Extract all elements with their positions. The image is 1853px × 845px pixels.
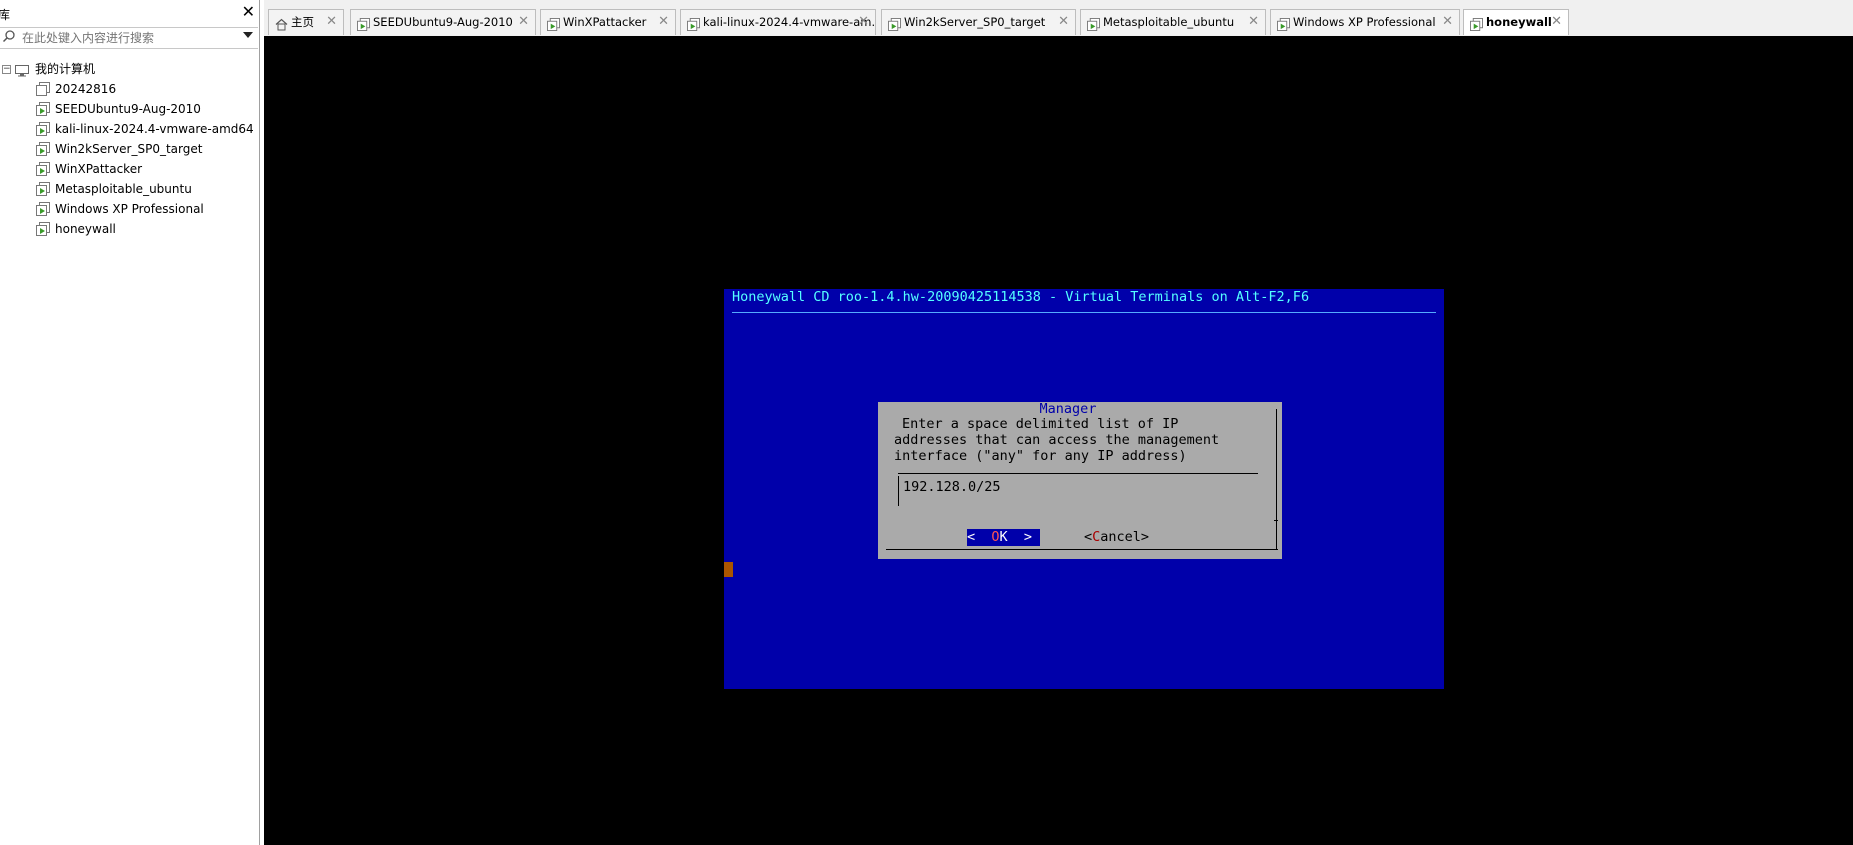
console-title-rule (732, 312, 1436, 313)
computer-icon (15, 63, 29, 77)
tab-label: Windows XP Professional (1293, 15, 1436, 29)
tab-label: kali-linux-2024.4-vmware-am... (703, 15, 876, 29)
tab-close-icon[interactable]: ✕ (1551, 10, 1562, 34)
collapse-toggle-icon[interactable]: − (2, 65, 11, 74)
tab-label: SEEDUbuntu9-Aug-2010 (373, 15, 513, 29)
vm-running-icon (357, 15, 370, 31)
input-border (1274, 520, 1278, 521)
tab-winxpattacker[interactable]: WinXPattacker ✕ (540, 9, 676, 35)
search-icon (2, 29, 16, 47)
vm-running-icon (36, 102, 50, 116)
dialog-prompt-line: addresses that can access the management (894, 432, 1220, 448)
tree-item-label: WinXPattacker (55, 162, 143, 176)
tree-item-20242816[interactable]: 20242816 (0, 79, 259, 99)
tree-root-label: 我的计算机 (35, 62, 96, 76)
tab-seedubuntu[interactable]: SEEDUbuntu9-Aug-2010 ✕ (350, 9, 536, 35)
terminal-cursor (724, 562, 733, 577)
tab-close-icon[interactable]: ✕ (858, 10, 869, 34)
dialog-frame (886, 549, 1278, 550)
input-border (898, 476, 899, 506)
vm-running-icon (1277, 15, 1290, 31)
tab-label: WinXPattacker (563, 15, 647, 29)
tab-metasploitable[interactable]: Metasploitable_ubuntu ✕ (1080, 9, 1266, 35)
vm-running-icon (547, 15, 560, 31)
tab-label: Win2kServer_SP0_target (904, 15, 1046, 29)
cancel-button[interactable]: <Cancel> (1084, 529, 1149, 546)
tab-windows-xp[interactable]: Windows XP Professional ✕ (1270, 9, 1460, 35)
home-icon (275, 15, 288, 31)
search-input[interactable] (22, 30, 232, 46)
tree-item-honeywall[interactable]: honeywall (0, 219, 259, 239)
ok-bracket: > (1007, 529, 1033, 545)
vm-display[interactable]: Honeywall CD roo-1.4.hw-20090425114538 -… (264, 36, 1853, 845)
tab-label: 主页 (291, 15, 314, 29)
tab-home[interactable]: 主页 ✕ (268, 9, 344, 35)
vm-running-icon (36, 222, 50, 236)
tab-label: Metasploitable_ubuntu (1103, 15, 1235, 29)
tab-close-icon[interactable]: ✕ (1058, 10, 1069, 34)
tree-item-winxpattacker[interactable]: WinXPattacker (0, 159, 259, 179)
cancel-label: ancel> (1100, 529, 1150, 545)
ok-hotkey: O (991, 529, 1000, 545)
vm-icon (36, 82, 50, 96)
honeywall-console[interactable]: Honeywall CD roo-1.4.hw-20090425114538 -… (724, 289, 1444, 689)
vm-running-icon (1470, 15, 1483, 31)
tab-honeywall[interactable]: honeywall ✕ (1463, 9, 1569, 35)
search-dropdown-icon[interactable] (243, 32, 253, 38)
tree-item-label: Windows XP Professional (55, 202, 204, 216)
vm-tree: − 我的计算机 20242816 SEEDUbuntu9-Aug-2010 ka… (0, 59, 259, 239)
cancel-bracket: < (1084, 529, 1093, 545)
vm-running-icon (36, 202, 50, 216)
tree-item-windows-xp[interactable]: Windows XP Professional (0, 199, 259, 219)
ip-address-input[interactable]: 192.128.0/25 (903, 479, 1001, 495)
tree-item-label: SEEDUbuntu9-Aug-2010 (55, 102, 201, 116)
vm-running-icon (36, 162, 50, 176)
dialog-prompt-line: interface ("any" for any IP address) (894, 448, 1187, 464)
manager-dialog: Manager Enter a space delimited list of … (878, 401, 1282, 559)
tree-item-label: kali-linux-2024.4-vmware-amd64 (55, 122, 254, 136)
tree-item-label: Win2kServer_SP0_target (55, 142, 203, 156)
tab-close-icon[interactable]: ✕ (518, 10, 529, 34)
tab-close-icon[interactable]: ✕ (1442, 10, 1453, 34)
vm-running-icon (1087, 15, 1100, 31)
vm-running-icon (36, 182, 50, 196)
library-sidebar: 库 ✕ − 我的计算机 20242816 SEEDUbuntu9-Aug- (0, 0, 260, 845)
ok-label: K (999, 529, 1008, 545)
sidebar-header: 库 ✕ (0, 0, 259, 26)
tree-item-label: 20242816 (55, 82, 117, 96)
library-search[interactable] (0, 27, 258, 49)
vm-running-icon (687, 15, 700, 31)
tree-item-metasploitable[interactable]: Metasploitable_ubuntu (0, 179, 259, 199)
vm-tab-bar: 主页 ✕ SEEDUbuntu9-Aug-2010 ✕ WinXPattacke… (264, 0, 1853, 36)
ok-button[interactable]: < OK > (967, 529, 1040, 546)
tab-kali[interactable]: kali-linux-2024.4-vmware-am... ✕ (680, 9, 876, 35)
tree-item-label: Metasploitable_ubuntu (55, 182, 192, 196)
tree-item-label: honeywall (55, 222, 116, 236)
console-title: Honeywall CD roo-1.4.hw-20090425114538 -… (732, 289, 1310, 305)
dialog-prompt-line: Enter a space delimited list of IP (902, 416, 1179, 432)
dialog-frame (1276, 409, 1277, 549)
tab-close-icon[interactable]: ✕ (326, 10, 337, 34)
sidebar-title: 库 (0, 8, 11, 22)
tab-label: honeywall (1486, 15, 1552, 29)
input-border (898, 473, 1258, 474)
tab-close-icon[interactable]: ✕ (1248, 10, 1259, 34)
sidebar-close-button[interactable]: ✕ (242, 2, 255, 21)
tree-item-seedubuntu[interactable]: SEEDUbuntu9-Aug-2010 (0, 99, 259, 119)
vm-running-icon (36, 142, 50, 156)
tree-root-my-computer[interactable]: − 我的计算机 (0, 59, 259, 79)
tab-close-icon[interactable]: ✕ (658, 10, 669, 34)
tree-item-win2kserver[interactable]: Win2kServer_SP0_target (0, 139, 259, 159)
vm-running-icon (36, 122, 50, 136)
tab-win2kserver[interactable]: Win2kServer_SP0_target ✕ (881, 9, 1076, 35)
ok-bracket: < (967, 529, 992, 545)
dialog-title: Manager (1039, 401, 1097, 417)
vm-running-icon (888, 15, 901, 31)
tree-item-kali[interactable]: kali-linux-2024.4-vmware-amd64 (0, 119, 259, 139)
